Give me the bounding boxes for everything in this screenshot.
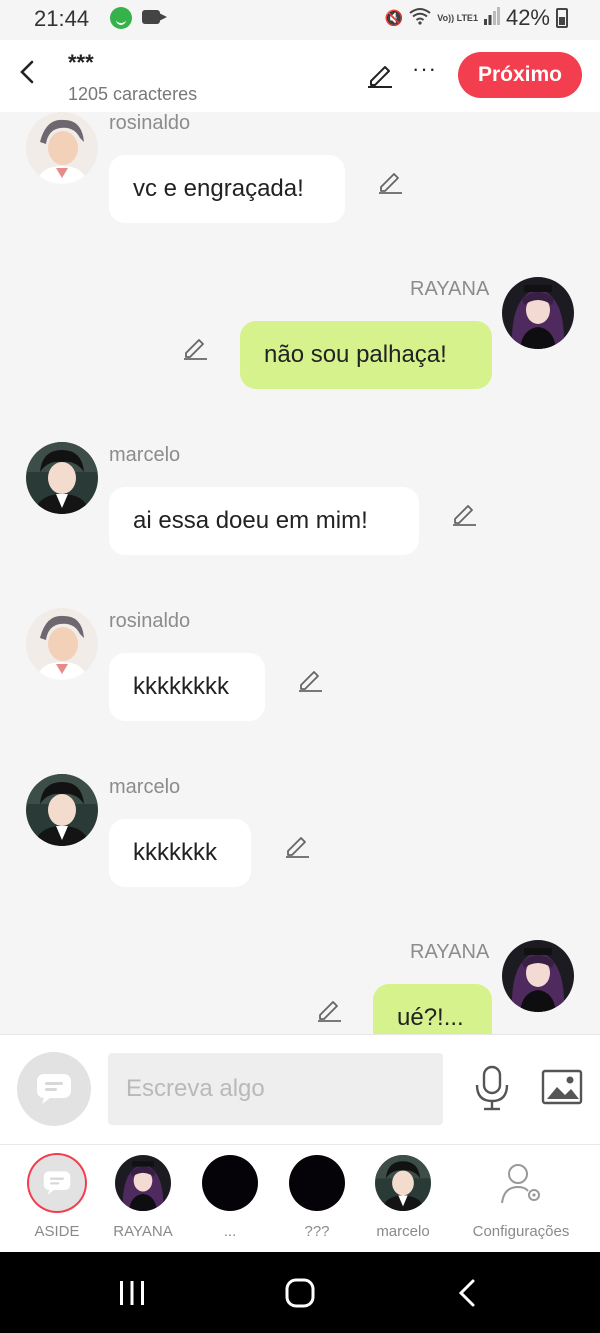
message-input[interactable]	[108, 1053, 443, 1125]
recent-apps-icon[interactable]	[118, 1279, 146, 1307]
nav-label: ASIDE	[34, 1223, 80, 1240]
sender-name: marcelo	[109, 776, 181, 798]
chat-message-list[interactable]: rosinaldo vc e engraçada! RAYANA não sou…	[0, 112, 600, 1034]
nav-label: marcelo	[376, 1223, 430, 1240]
message-bubble[interactable]: kkkkkkkk	[109, 653, 265, 721]
back-arrow-icon[interactable]	[16, 58, 40, 86]
message-bubble[interactable]: ué?!...	[373, 984, 492, 1034]
status-indicators: 🔇 Vo)) LTE1 42%	[385, 5, 568, 31]
avatar-rosinaldo[interactable]	[26, 608, 98, 680]
message-bubble[interactable]: não sou palhaça!	[240, 321, 492, 389]
system-navigation-bar	[0, 1252, 600, 1333]
status-time: 21:44	[34, 6, 90, 31]
avatar	[289, 1155, 345, 1211]
user-settings-icon	[493, 1155, 549, 1211]
sender-name: rosinaldo	[109, 610, 191, 632]
edit-pencil-icon[interactable]	[377, 168, 403, 194]
wifi-icon	[409, 7, 431, 29]
edit-pencil-icon[interactable]	[297, 666, 323, 692]
avatar-rayana[interactable]	[502, 940, 574, 1012]
edit-pencil-icon[interactable]	[182, 334, 208, 360]
nav-label: ???	[304, 1223, 330, 1240]
character-count: 1205 caracteres	[68, 84, 198, 104]
next-button[interactable]: Próximo	[458, 52, 582, 98]
app-notification-icon	[110, 7, 132, 29]
avatar-rosinaldo[interactable]	[26, 112, 98, 184]
edit-pencil-icon[interactable]	[366, 60, 394, 88]
message-bubble[interactable]: ai essa doeu em mim!	[109, 487, 419, 555]
sender-name: RAYANA	[410, 278, 490, 300]
home-icon[interactable]	[284, 1277, 316, 1309]
nav-item-settings[interactable]: Configurações	[465, 1155, 577, 1240]
nav-item-aside[interactable]: ASIDE	[7, 1155, 107, 1240]
edit-pencil-icon[interactable]	[316, 996, 342, 1022]
avatar-rayana[interactable]	[502, 277, 574, 349]
avatar	[202, 1155, 258, 1211]
network-type: Vo)) LTE1	[437, 12, 478, 23]
avatar	[115, 1155, 171, 1211]
nav-item-rayana[interactable]: RAYANA	[93, 1155, 193, 1240]
video-camera-icon	[142, 10, 167, 24]
sender-name: RAYANA	[410, 941, 490, 963]
message-bubble[interactable]: vc e engraçada!	[109, 155, 345, 223]
nav-item-marcelo[interactable]: marcelo	[353, 1155, 453, 1240]
chat-bubble-icon	[29, 1155, 85, 1211]
back-icon[interactable]	[455, 1278, 479, 1308]
message-bubble[interactable]: kkkkkkk	[109, 819, 251, 887]
page-title: ***	[68, 50, 94, 75]
status-bar: 21:44 🔇 Vo)) LTE1 42%	[0, 0, 600, 40]
message-composer	[0, 1034, 600, 1144]
edit-pencil-icon[interactable]	[284, 832, 310, 858]
nav-label: RAYANA	[113, 1223, 173, 1240]
app-header: *** 1205 caracteres ··· Próximo	[0, 40, 600, 112]
nav-label: Configurações	[472, 1223, 570, 1240]
more-options-icon[interactable]: ···	[412, 56, 437, 82]
nav-label: ...	[223, 1223, 237, 1240]
edit-pencil-icon[interactable]	[451, 500, 477, 526]
sender-name: rosinaldo	[109, 112, 191, 134]
avatar-marcelo[interactable]	[26, 442, 98, 514]
chat-bubble-icon	[37, 1074, 71, 1104]
microphone-icon[interactable]	[474, 1065, 510, 1111]
avatar	[375, 1155, 431, 1211]
battery-level: 42%	[505, 5, 550, 30]
bottom-navigation: ASIDE RAYANA ... ??? marcelo Configuraçõ…	[0, 1144, 600, 1252]
avatar-marcelo[interactable]	[26, 774, 98, 846]
nav-item-question[interactable]: ???	[267, 1155, 367, 1240]
signal-icon	[483, 5, 500, 31]
nav-item-dots[interactable]: ...	[180, 1155, 280, 1240]
chat-mode-button[interactable]	[17, 1052, 91, 1126]
image-icon[interactable]	[541, 1069, 583, 1105]
sender-name: marcelo	[109, 444, 181, 466]
mute-icon: 🔇	[384, 10, 404, 27]
battery-icon	[556, 8, 568, 28]
